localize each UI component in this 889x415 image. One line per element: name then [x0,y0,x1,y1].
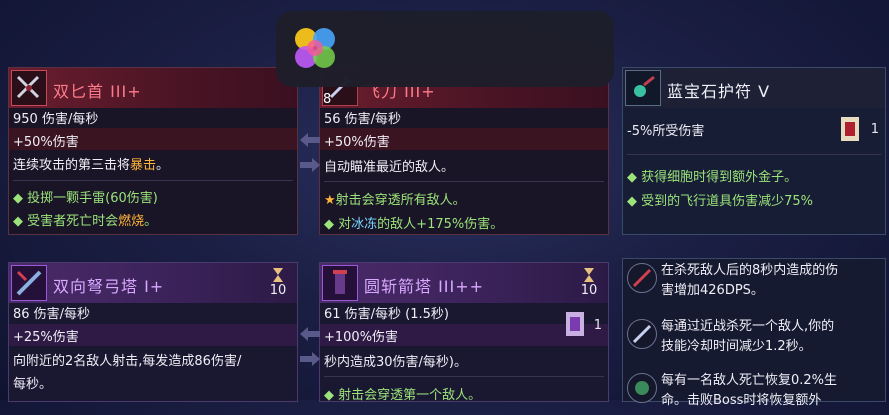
arrow-left-icon [300,133,320,147]
crossbow-title: 双向弩弓塔 I+ [53,277,165,296]
dagger-card[interactable]: 双匕首 III+ 950 伤害/每秒 +50%伤害 连续攻击的第三击将暴击。 ◆… [8,67,298,235]
arrow-tower-timer: 10 [574,267,604,298]
crossbow-header: 双向弩弓塔 I+ 10 [9,263,297,303]
arrow-tower-title: 圆斩箭塔 III++ [364,277,485,296]
mutation-item[interactable]: 在杀死敌人后的8秒内造成的伤 害增加426DPS。 [623,259,885,305]
mutation-item[interactable]: 每有一名敌人死亡恢复0.2%生 命。击败Boss时将恢复额外 [623,369,885,415]
scroll-icon [566,312,584,336]
scroll-icon [841,117,859,141]
crossbow-description-line1: 向附近的2名敌人射击,每发造成86伤害/ [13,354,242,369]
mutation-item[interactable]: 每通过近战杀死一个敌人,你的 技能冷却时间减少1.2秒。 [623,315,885,361]
arrow-tower-bullet-pierce: ◆ 射击会穿透第一个敌人。 [324,388,482,403]
crossbow-icon [11,265,47,301]
knives-count: 8 [323,92,332,107]
game-center-icon [295,28,335,68]
dagger-bullet-grenade: ◆ 投掷一颗手雷(60伤害) [13,191,158,206]
arrow-tower-dps: 61 伤害/每秒 (1.5秒) [324,307,450,322]
knives-bullet-pierce: ★射击会穿透所有敌人。 [324,193,466,208]
knives-damage-bonus: +50%伤害 [324,135,390,150]
mutation-icon [627,263,657,293]
arrow-tower-description: 秒内造成30伤害/每秒)。 [324,355,467,370]
dagger-icon [11,70,47,106]
amulet-header: 蓝宝石护符 V [623,68,885,108]
dagger-dps: 950 伤害/每秒 [13,112,99,127]
crossbow-damage-bonus: +25%伤害 [13,330,79,345]
mutation-list: 在杀死敌人后的8秒内造成的伤 害增加426DPS。 每通过近战杀死一个敌人,你的技… [622,258,886,408]
dagger-title: 双匕首 III+ [53,82,142,101]
amulet-title: 蓝宝石护符 V [667,82,771,101]
dagger-damage-bonus: +50%伤害 [13,135,79,150]
mutation-icon [627,319,657,349]
arrow-right-icon [300,158,320,172]
arrow-tower-card[interactable]: 圆斩箭塔 III++ 10 61 伤害/每秒 (1.5秒) +100%伤害 1 … [319,262,609,403]
amulet-bullet-gold: ◆ 获得细胞时得到额外金子。 [627,170,798,185]
star-icon: ★ [324,193,336,208]
hourglass-icon [584,268,594,282]
knives-card[interactable]: 8 飞刀 III+ 56 伤害/每秒 +50%伤害 自动瞄准最近的敌人。 ★射击… [319,67,609,235]
arrow-right-icon [300,352,320,366]
arrow-tower-damage-bonus: +100%伤害 [324,330,399,345]
knives-dps: 56 伤害/每秒 [324,112,402,127]
game-center-banner[interactable] [276,11,614,87]
amulet-icon [625,70,661,106]
amulet-scroll-count: 1 [870,122,879,137]
arrow-tower-header: 圆斩箭塔 III++ 10 [320,263,608,303]
dagger-header: 双匕首 III+ [9,68,297,108]
crossbow-dps: 86 伤害/每秒 [13,307,91,322]
amulet-damage-reduction: -5%所受伤害 [627,124,705,139]
arrow-tower-scroll-count: 1 [593,318,602,333]
crossbow-description-line2: 每秒。 [13,377,53,392]
crossbow-card[interactable]: 双向弩弓塔 I+ 10 86 伤害/每秒 +25%伤害 向附近的2名敌人射击,每… [8,262,298,402]
knives-bullet-freeze: ◆ 对冰冻的敌人+175%伤害。 [324,217,504,232]
dagger-bullet-burn: ◆ 受害者死亡时会燃烧。 [13,214,158,229]
knives-description: 自动瞄准最近的敌人。 [324,160,455,175]
arrow-tower-icon [322,265,358,301]
mutation-icon [627,373,657,403]
amulet-card[interactable]: 蓝宝石护符 V -5%所受伤害 1 ◆ 获得细胞时得到额外金子。 ◆ 受到的飞行… [622,67,886,235]
arrow-left-icon [300,327,320,341]
dagger-description: 连续攻击的第三击将暴击。 [13,158,170,173]
amulet-bullet-projectile: ◆ 受到的飞行道具伤害减少75% [627,194,814,209]
hourglass-icon [273,268,283,282]
crossbow-timer: 10 [263,267,293,298]
